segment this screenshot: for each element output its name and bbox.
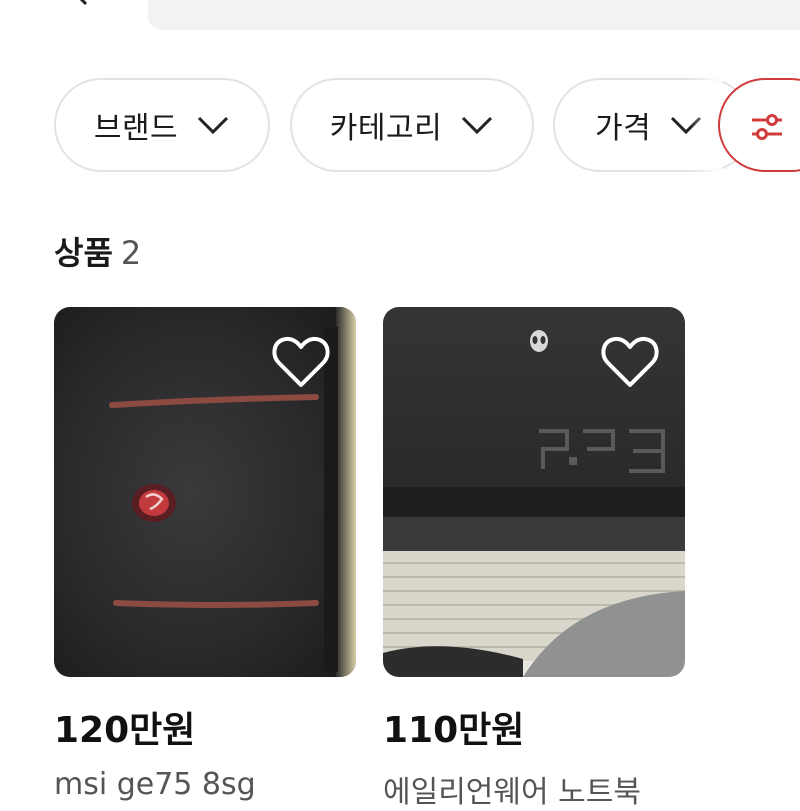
section-title: 상품 bbox=[54, 234, 113, 272]
heart-icon[interactable] bbox=[601, 335, 659, 389]
filter-chip-category[interactable]: 카테고리 bbox=[290, 78, 534, 172]
filter-chip-label: 가격 bbox=[595, 111, 652, 146]
product-card[interactable]: 110만원 에일리언웨어 노트북 bbox=[383, 307, 685, 811]
chevron-down-icon bbox=[198, 116, 229, 135]
section-heading: 상품 2 bbox=[54, 228, 141, 274]
product-card[interactable]: 120만원 msi ge75 8sg bbox=[54, 307, 356, 802]
product-image[interactable] bbox=[383, 307, 685, 677]
filter-chip-brand[interactable]: 브랜드 bbox=[54, 78, 270, 172]
chevron-down-icon bbox=[462, 116, 493, 135]
product-image[interactable] bbox=[54, 307, 356, 677]
search-input[interactable] bbox=[148, 0, 800, 30]
product-title: 에일리언웨어 노트북 bbox=[383, 775, 641, 810]
heart-icon[interactable] bbox=[272, 335, 330, 389]
section-count: 2 bbox=[120, 234, 142, 272]
filter-settings-icon bbox=[752, 114, 782, 140]
back-icon[interactable] bbox=[70, 0, 94, 6]
filter-chip-label: 카테고리 bbox=[329, 111, 443, 146]
filter-chip-label: 브랜드 bbox=[93, 111, 179, 146]
product-price: 120만원 bbox=[54, 710, 196, 751]
product-title: msi ge75 8sg bbox=[54, 767, 256, 802]
product-price: 110만원 bbox=[383, 710, 525, 751]
